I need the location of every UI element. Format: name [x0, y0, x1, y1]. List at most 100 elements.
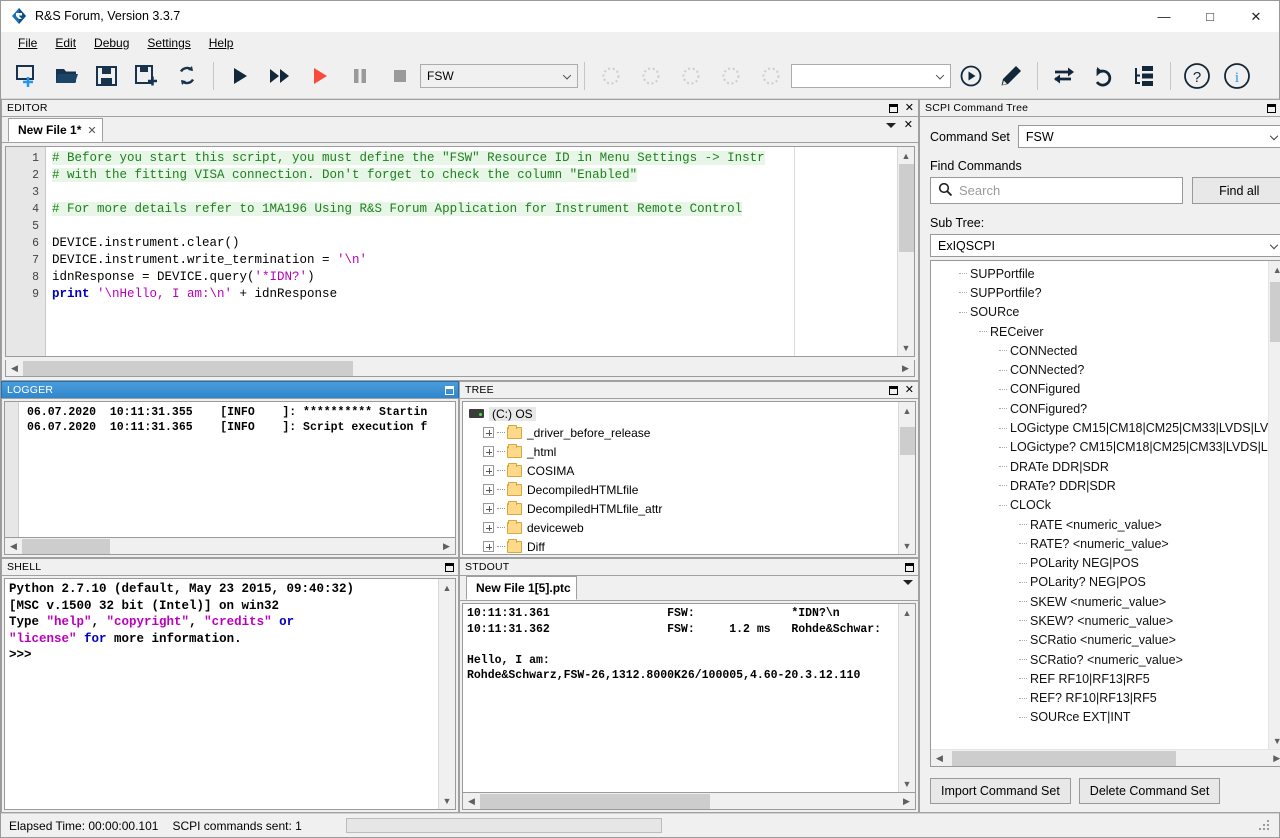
tree-item-html[interactable]: _html: [463, 442, 898, 461]
expand-plus-icon[interactable]: [483, 522, 494, 533]
macro-slot-1-icon[interactable]: [591, 56, 631, 96]
stdout-vertical-scrollbar[interactable]: ▲ ▼: [898, 604, 915, 792]
scroll-down-icon[interactable]: ▼: [439, 792, 456, 809]
stdout-tab-new-file-1[interactable]: New File 1[5].ptc: [466, 576, 577, 600]
python-shell[interactable]: Python 2.7.10 (default, May 23 2015, 09:…: [4, 578, 456, 810]
scpi-restore-icon[interactable]: [1266, 103, 1277, 114]
editor-vertical-scrollbar[interactable]: ▲ ▼: [897, 147, 914, 356]
stdout-tab-menu-icon[interactable]: [903, 580, 913, 585]
tree-item-decompiledhtmlfile-attr[interactable]: DecompiledHTMLfile_attr: [463, 499, 898, 518]
editor-hscroll-thumb[interactable]: [23, 360, 353, 376]
maximize-button[interactable]: □: [1187, 1, 1233, 32]
refresh-icon[interactable]: [167, 56, 207, 96]
macro-slot-4-icon[interactable]: [711, 56, 751, 96]
expand-plus-icon[interactable]: [483, 503, 494, 514]
code-content[interactable]: # Before you start this script, you must…: [46, 147, 897, 356]
scpi-horizontal-scrollbar[interactable]: ◀ ▶: [931, 749, 1280, 766]
shell-restore-icon[interactable]: [444, 562, 455, 573]
logger-hscroll-thumb[interactable]: [22, 538, 110, 554]
play-circle-icon[interactable]: [951, 56, 991, 96]
tree-item-c-os[interactable]: (C:) OS: [463, 404, 898, 423]
open-folder-icon[interactable]: [47, 56, 87, 96]
scpi-command-item[interactable]: RATE? <numeric_value>: [931, 534, 1268, 553]
tree-vertical-scrollbar[interactable]: ▲ ▼: [898, 402, 915, 554]
scpi-command-item[interactable]: DRATe DDR|SDR: [931, 457, 1268, 476]
logger-hscroll-track[interactable]: [22, 538, 438, 555]
scroll-left-icon[interactable]: ◀: [931, 750, 948, 767]
command-set-select[interactable]: FSW: [1017, 125, 1280, 148]
expand-plus-icon[interactable]: [483, 465, 494, 476]
info-icon[interactable]: i: [1217, 56, 1257, 96]
scpi-vertical-scrollbar[interactable]: ▲ ▼: [1268, 261, 1280, 749]
tree-item-diff[interactable]: Diff: [463, 537, 898, 554]
stop-icon[interactable]: [380, 56, 420, 96]
file-tree[interactable]: (C:) OS _driver_before_release _html COSIMA…: [462, 401, 916, 555]
editor-vscroll-track[interactable]: [898, 164, 915, 339]
scpi-command-item[interactable]: LOGictype? CM15|CM18|CM25|CM33|LVDS|L: [931, 438, 1268, 457]
scroll-down-icon[interactable]: ▼: [898, 339, 915, 356]
scroll-right-icon[interactable]: ▶: [1268, 750, 1280, 767]
tree-item-deviceweb[interactable]: deviceweb: [463, 518, 898, 537]
import-command-set-button[interactable]: Import Command Set: [930, 778, 1071, 804]
scpi-command-item[interactable]: SUPPortfile: [931, 264, 1268, 283]
swap-arrows-icon[interactable]: [1044, 56, 1084, 96]
scroll-up-icon[interactable]: ▲: [899, 604, 916, 621]
tree-vscroll-track[interactable]: [899, 419, 916, 537]
scpi-command-item[interactable]: SKEW <numeric_value>: [931, 592, 1268, 611]
scpi-command-item[interactable]: POLarity NEG|POS: [931, 553, 1268, 572]
scroll-up-icon[interactable]: ▲: [899, 402, 916, 419]
editor-horizontal-scrollbar[interactable]: ◀ ▶: [5, 360, 915, 377]
scpi-list[interactable]: SUPPortfile SUPPortfile? SOURce RECeiver CON…: [931, 261, 1268, 749]
scroll-up-icon[interactable]: ▲: [1269, 261, 1280, 278]
undo-icon[interactable]: [1084, 56, 1124, 96]
expand-plus-icon[interactable]: [483, 427, 494, 438]
scpi-command-item[interactable]: RECeiver: [931, 322, 1268, 341]
scpi-command-item[interactable]: REF RF10|RF13|RF5: [931, 669, 1268, 688]
menu-file[interactable]: File: [9, 34, 46, 52]
macro-slot-3-icon[interactable]: [671, 56, 711, 96]
scpi-command-item[interactable]: CONFigured?: [931, 399, 1268, 418]
minimize-button[interactable]: —: [1141, 1, 1187, 32]
menu-edit[interactable]: Edit: [46, 34, 85, 52]
find-all-button[interactable]: Find all: [1192, 177, 1280, 204]
scpi-command-item[interactable]: CLOCk: [931, 496, 1268, 515]
menu-help[interactable]: Help: [200, 34, 243, 52]
macro-slot-2-icon[interactable]: [631, 56, 671, 96]
scpi-command-item[interactable]: SUPPortfile?: [931, 283, 1268, 302]
file-tree-list[interactable]: (C:) OS _driver_before_release _html COSIMA…: [463, 402, 898, 554]
scpi-command-item[interactable]: CONFigured: [931, 380, 1268, 399]
close-button[interactable]: ✕: [1233, 1, 1279, 32]
editor-tab-close-icon[interactable]: ✕: [87, 124, 96, 137]
shell-text[interactable]: Python 2.7.10 (default, May 23 2015, 09:…: [5, 579, 438, 809]
stdout-horizontal-scrollbar[interactable]: ◀ ▶: [462, 793, 916, 810]
menu-settings[interactable]: Settings: [138, 34, 199, 52]
scpi-command-item[interactable]: CONNected?: [931, 360, 1268, 379]
editor-tab-close-all-icon[interactable]: ✕: [904, 120, 913, 131]
pencil-icon[interactable]: [991, 56, 1031, 96]
scroll-down-icon[interactable]: ▼: [899, 537, 916, 554]
menu-debug[interactable]: Debug: [85, 34, 138, 52]
help-icon[interactable]: ?: [1177, 56, 1217, 96]
scroll-right-icon[interactable]: ▶: [898, 793, 915, 810]
editor-tab-new-file-1[interactable]: New File 1* ✕: [8, 118, 103, 142]
editor-close-icon[interactable]: ✕: [904, 102, 915, 114]
run-icon[interactable]: [220, 56, 260, 96]
delete-command-set-button[interactable]: Delete Command Set: [1078, 778, 1221, 804]
tree-restore-icon[interactable]: [888, 385, 899, 396]
resize-grip[interactable]: [1259, 819, 1271, 832]
code-editor[interactable]: 1 2 3 4 5 6 7 8 9 # Before you start this script…: [5, 146, 915, 357]
scroll-down-icon[interactable]: ▼: [1269, 732, 1280, 749]
stdout-output[interactable]: 10:11:31.361 FSW: *IDN?\n 10:11:31.362 FS…: [462, 603, 916, 793]
save-icon[interactable]: [87, 56, 127, 96]
editor-hscroll-track[interactable]: [23, 360, 897, 377]
editor-restore-icon[interactable]: [888, 103, 899, 114]
scroll-left-icon[interactable]: ◀: [463, 793, 480, 810]
tree-item-cosima[interactable]: COSIMA: [463, 461, 898, 480]
scroll-right-icon[interactable]: ▶: [438, 538, 455, 555]
stdout-hscroll-track[interactable]: [480, 793, 898, 810]
pause-icon[interactable]: [340, 56, 380, 96]
scpi-vscroll-track[interactable]: [1269, 278, 1280, 732]
stdout-vscroll-track[interactable]: [899, 621, 916, 775]
expand-plus-icon[interactable]: [483, 446, 494, 457]
step-forward-icon[interactable]: [260, 56, 300, 96]
